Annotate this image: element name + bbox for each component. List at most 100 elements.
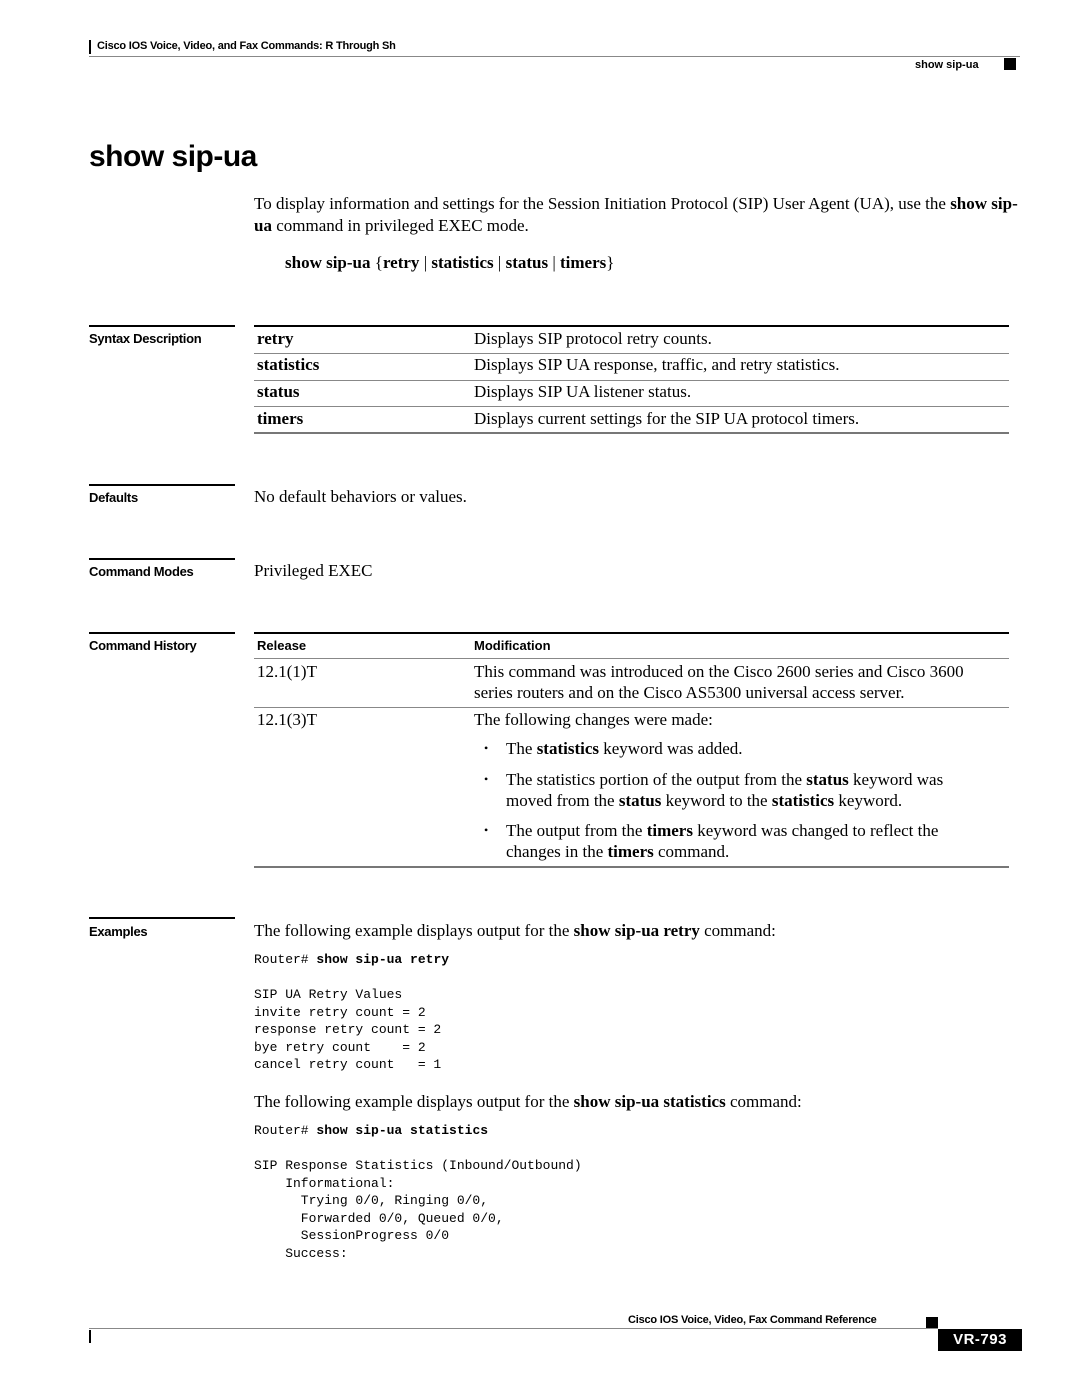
bullet-text: The output from the bbox=[506, 821, 647, 840]
bullet-icon: • bbox=[484, 772, 489, 786]
cli-command: show sip-ua statistics bbox=[316, 1123, 489, 1138]
intro-paragraph: To display information and settings for … bbox=[254, 193, 1024, 237]
section-label-defaults: Defaults bbox=[89, 490, 138, 505]
bullet-icon: • bbox=[484, 823, 489, 837]
syntax-command: show sip-ua bbox=[285, 253, 371, 272]
bullet-keyword: statistics bbox=[771, 791, 835, 810]
bullet-icon: • bbox=[484, 741, 489, 755]
cli-prompt: Router# bbox=[254, 952, 317, 967]
example-intro-text: The following example displays output fo… bbox=[254, 921, 574, 940]
syntax-brace: { bbox=[370, 253, 383, 272]
example-1-output: SIP UA Retry Values invite retry count =… bbox=[254, 987, 442, 1073]
history-release: 12.1(1)T bbox=[257, 662, 317, 681]
syntax-separator: | bbox=[419, 253, 432, 272]
intro-text-end: command in privileged EXEC mode. bbox=[271, 216, 529, 235]
header-book-title: Cisco IOS Voice, Video, and Fax Commands… bbox=[97, 40, 396, 52]
section-rule bbox=[89, 558, 235, 560]
syntax-keyword: statistics bbox=[431, 253, 494, 272]
bullet-text: keyword was changed to reflect the bbox=[692, 821, 939, 840]
header-square-mark bbox=[1004, 58, 1016, 70]
section-rule bbox=[89, 632, 235, 634]
header-command-label: show sip-ua bbox=[915, 59, 979, 71]
table-row-description: Displays current settings for the SIP UA… bbox=[474, 409, 860, 428]
header-bar-mark bbox=[89, 40, 91, 54]
section-label-syntax-description: Syntax Description bbox=[89, 331, 202, 346]
table-row-keyword: statistics bbox=[257, 355, 320, 374]
bullet-text: The bbox=[506, 739, 537, 758]
command-syntax: show sip-ua {retry | statistics | status… bbox=[285, 253, 614, 273]
table-row-divider bbox=[254, 658, 1009, 659]
example-intro-text: The following example displays output fo… bbox=[254, 1092, 574, 1111]
history-bullet-cont: changes in the timers command. bbox=[506, 841, 729, 863]
bullet-text: keyword. bbox=[834, 791, 903, 810]
table-bottom-rule bbox=[254, 432, 1009, 434]
table-top-rule bbox=[254, 325, 1009, 327]
section-rule bbox=[89, 325, 235, 327]
history-release: 12.1(3)T bbox=[257, 710, 317, 729]
example-2-output: SIP Response Statistics (Inbound/Outboun… bbox=[254, 1158, 582, 1261]
example-2-intro: The following example displays output fo… bbox=[254, 1091, 802, 1113]
syntax-separator: | bbox=[548, 253, 560, 272]
table-top-rule bbox=[254, 632, 1009, 634]
footer-rule bbox=[89, 1328, 938, 1329]
table-row-divider bbox=[254, 380, 1009, 381]
table-bottom-rule bbox=[254, 866, 1009, 868]
page-title: show sip-ua bbox=[89, 140, 257, 173]
section-rule bbox=[89, 917, 235, 919]
footer-book-title: Cisco IOS Voice, Video, Fax Command Refe… bbox=[628, 1314, 877, 1326]
syntax-brace: } bbox=[606, 253, 615, 272]
history-bullet: The statistics keyword was added. bbox=[506, 738, 743, 760]
table-row-keyword: status bbox=[257, 382, 300, 401]
example-intro-text: command: bbox=[725, 1092, 802, 1111]
footer-bar-mark bbox=[89, 1330, 91, 1343]
bullet-text: The statistics portion of the output fro… bbox=[506, 770, 807, 789]
example-1-prompt-line: Router# show sip-ua retry bbox=[254, 951, 449, 969]
example-1-intro: The following example displays output fo… bbox=[254, 920, 776, 942]
bullet-text: keyword was bbox=[848, 770, 944, 789]
section-label-command-modes: Command Modes bbox=[89, 564, 194, 579]
example-intro-command: show sip-ua retry bbox=[573, 921, 700, 940]
bullet-text: command. bbox=[653, 842, 730, 861]
section-label-command-history: Command History bbox=[89, 638, 197, 653]
table-row-divider bbox=[254, 406, 1009, 407]
cli-prompt: Router# bbox=[254, 1123, 317, 1138]
bullet-text: keyword was added. bbox=[599, 739, 743, 758]
bullet-keyword: status bbox=[806, 770, 849, 789]
table-row-description: Displays SIP UA response, traffic, and r… bbox=[474, 355, 840, 374]
syntax-keyword: status bbox=[505, 253, 549, 272]
syntax-separator: | bbox=[493, 253, 506, 272]
example-2-prompt-line: Router# show sip-ua statistics bbox=[254, 1122, 488, 1140]
command-modes-text: Privileged EXEC bbox=[254, 561, 373, 580]
table-row-description: Displays SIP protocol retry counts. bbox=[474, 329, 712, 348]
history-bullet: The output from the timers keyword was c… bbox=[506, 820, 938, 842]
bullet-keyword: timers bbox=[646, 821, 693, 840]
section-label-examples: Examples bbox=[89, 924, 148, 939]
section-rule bbox=[89, 484, 235, 486]
syntax-keyword: timers bbox=[560, 253, 607, 272]
bullet-text: keyword to the bbox=[661, 791, 772, 810]
history-bullet: The statistics portion of the output fro… bbox=[506, 769, 943, 791]
table-row-divider bbox=[254, 707, 1009, 708]
table-row-keyword: timers bbox=[257, 409, 304, 428]
history-modification-line: This command was introduced on the Cisco… bbox=[474, 662, 964, 681]
intro-text: To display information and settings for … bbox=[254, 194, 951, 213]
table-row-description: Displays SIP UA listener status. bbox=[474, 382, 692, 401]
column-header-modification: Modification bbox=[474, 638, 551, 653]
defaults-text: No default behaviors or values. bbox=[254, 487, 467, 506]
cli-command: show sip-ua retry bbox=[316, 952, 450, 967]
bullet-text: moved from the bbox=[506, 791, 619, 810]
table-row-divider bbox=[254, 353, 1009, 354]
history-modification-line: series routers and on the Cisco AS5300 u… bbox=[474, 683, 905, 702]
bullet-keyword: status bbox=[618, 791, 662, 810]
bullet-keyword: timers bbox=[607, 842, 654, 861]
bullet-text: changes in the bbox=[506, 842, 608, 861]
column-header-release: Release bbox=[257, 638, 307, 653]
bullet-keyword: statistics bbox=[536, 739, 600, 758]
example-intro-command: show sip-ua statistics bbox=[573, 1092, 726, 1111]
page-number: VR-793 bbox=[938, 1329, 1022, 1351]
history-modification-intro: The following changes were made: bbox=[474, 710, 713, 729]
syntax-keyword: retry bbox=[382, 253, 420, 272]
header-rule bbox=[89, 56, 1020, 57]
example-intro-text: command: bbox=[699, 921, 776, 940]
table-row-keyword: retry bbox=[257, 329, 294, 348]
